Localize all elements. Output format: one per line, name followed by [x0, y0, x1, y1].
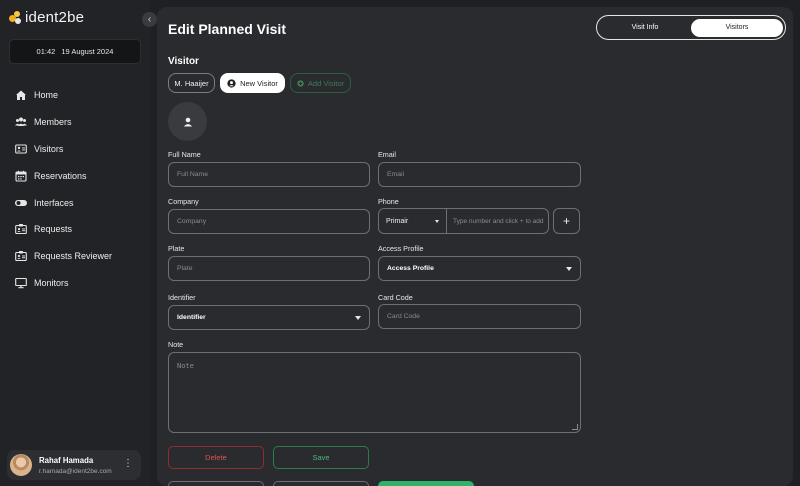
- company-label: Company: [168, 197, 199, 206]
- caret-down-icon: [566, 266, 572, 271]
- note-textarea[interactable]: Note: [168, 352, 581, 433]
- caret-down-icon: [435, 219, 439, 223]
- access-profile-value: Access Profile: [387, 265, 434, 272]
- requests-icon: [15, 223, 27, 235]
- visitor-photo[interactable]: [168, 102, 207, 141]
- visitor-chip-existing[interactable]: M. Haaijer: [168, 73, 215, 93]
- sidebar-item-label: Home: [34, 90, 59, 101]
- app-root: ident2be 01:42 19 August 2024 Home Membe…: [0, 0, 800, 486]
- main-panel: Edit Planned Visit Visit Info Visitors V…: [157, 7, 793, 486]
- email-label: Email: [378, 150, 396, 159]
- sidebar-item-requests-reviewer[interactable]: Requests Reviewer: [15, 243, 145, 270]
- sidebar-item-label: Reservations: [34, 170, 87, 181]
- avatar: [10, 454, 32, 476]
- card-code-label: Card Code: [378, 293, 413, 302]
- phone-type-select[interactable]: Primair: [379, 209, 447, 233]
- sidebar-item-label: Visitors: [34, 143, 64, 154]
- identifier-value: Identifier: [177, 314, 206, 321]
- date-text: 19 August 2024: [61, 47, 114, 56]
- primary-button[interactable]: [378, 481, 474, 486]
- phone-number-input[interactable]: Type number and click + to add: [447, 209, 548, 233]
- user-name: Rahaf Hamada: [39, 455, 94, 465]
- members-icon: [15, 116, 27, 128]
- identifier-select[interactable]: Identifier: [168, 305, 370, 330]
- user-card[interactable]: Rahaf Hamada r.hamada@ident2be.com ⋮: [7, 450, 141, 480]
- new-visitor-label: New Visitor: [240, 78, 278, 88]
- datetime-display: 01:42 19 August 2024: [9, 39, 141, 64]
- identifier-label: Identifier: [168, 293, 196, 302]
- requests-reviewer-icon: [15, 250, 27, 262]
- secondary-button-1[interactable]: [168, 481, 264, 486]
- time-text: 01:42: [36, 47, 56, 56]
- sidebar-item-label: Members: [34, 117, 72, 128]
- user-info: Rahaf Hamada r.hamada@ident2be.com: [39, 456, 112, 475]
- home-icon: [15, 89, 27, 101]
- save-button[interactable]: Save: [273, 446, 369, 469]
- visitors-icon: [15, 143, 27, 155]
- new-visitor-button[interactable]: New Visitor: [220, 73, 285, 93]
- toggle-icon: [15, 197, 27, 209]
- sidebar-item-monitors[interactable]: Monitors: [15, 270, 145, 297]
- person-icon: [183, 117, 192, 126]
- full-name-label: Full Name: [168, 150, 201, 159]
- sidebar-item-label: Monitors: [34, 277, 69, 288]
- calendar-icon: [15, 170, 27, 182]
- phone-type-value: Primair: [386, 217, 409, 225]
- sidebar-item-members[interactable]: Members: [15, 109, 145, 136]
- sidebar-item-label: Requests Reviewer: [34, 251, 113, 262]
- monitor-icon: [15, 277, 27, 289]
- more-options-icon[interactable]: ⋮: [123, 459, 133, 469]
- chevron-left-icon: ‹: [147, 14, 152, 25]
- collapse-sidebar-button[interactable]: ‹: [142, 12, 157, 27]
- email-field[interactable]: Email: [378, 162, 581, 187]
- page-title: Edit Planned Visit: [168, 21, 286, 37]
- sidebar-item-reservations[interactable]: Reservations: [15, 162, 145, 189]
- logo-mark-icon: [9, 10, 23, 25]
- full-name-field[interactable]: Full Name: [168, 162, 370, 187]
- sidebar-item-requests[interactable]: Requests: [15, 216, 145, 243]
- section-title-visitor: Visitor: [168, 56, 199, 67]
- note-placeholder: Note: [177, 362, 194, 370]
- add-visitor-label: Add Visitor: [307, 78, 345, 88]
- tab-visitors[interactable]: Visitors: [691, 18, 783, 37]
- card-code-field[interactable]: Card Code: [378, 304, 581, 329]
- tab-visit-info[interactable]: Visit Info: [599, 19, 691, 37]
- delete-button[interactable]: Delete: [168, 446, 264, 469]
- phone-label: Phone: [378, 197, 399, 206]
- logo[interactable]: ident2be: [9, 9, 84, 26]
- sidebar-item-home[interactable]: Home: [15, 82, 145, 109]
- resize-handle-icon[interactable]: [572, 424, 578, 430]
- sidebar-item-label: Interfaces: [34, 197, 74, 208]
- sidebar-item-interfaces[interactable]: Interfaces: [15, 189, 145, 216]
- plus-circle-icon: [297, 79, 304, 87]
- plus-icon: +: [562, 214, 570, 228]
- add-visitor-button[interactable]: Add Visitor: [290, 73, 351, 93]
- logo-text: ident2be: [25, 9, 85, 26]
- secondary-button-2[interactable]: [273, 481, 369, 486]
- add-phone-button[interactable]: +: [553, 208, 580, 234]
- company-field[interactable]: Company: [168, 209, 370, 234]
- sidebar-nav: Home Members Visitors Reservations Inter…: [15, 82, 145, 296]
- caret-down-icon: [355, 315, 361, 320]
- access-profile-label: Access Profile: [378, 244, 424, 253]
- user-circle-icon: [227, 78, 236, 88]
- plate-label: Plate: [168, 244, 185, 253]
- plate-field[interactable]: Plate: [168, 256, 370, 281]
- view-tabs: Visit Info Visitors: [596, 15, 786, 40]
- user-email: r.hamada@ident2be.com: [39, 467, 112, 475]
- sidebar-item-visitors[interactable]: Visitors: [15, 136, 145, 163]
- sidebar: ident2be 01:42 19 August 2024 Home Membe…: [0, 0, 150, 486]
- note-label: Note: [168, 340, 184, 349]
- phone-input-group: Primair Type number and click + to add: [378, 208, 549, 234]
- sidebar-item-label: Requests: [34, 224, 73, 235]
- access-profile-select[interactable]: Access Profile: [378, 256, 581, 281]
